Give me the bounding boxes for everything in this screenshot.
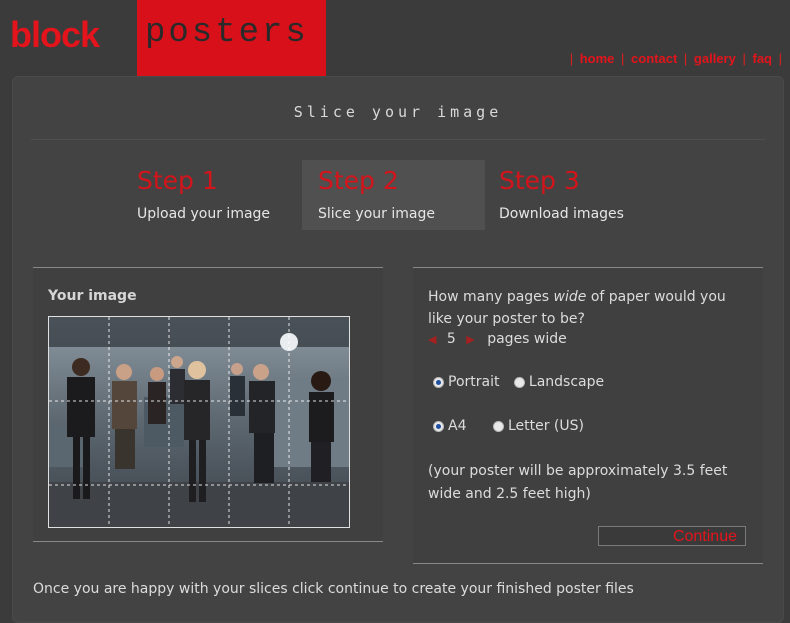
page-title: Slice your image xyxy=(293,103,503,121)
image-preview[interactable] xyxy=(48,316,350,528)
pages-wide-question: How many pages wide of paper would you l… xyxy=(428,289,726,327)
pages-wide-suffix: pages wide xyxy=(487,331,567,347)
continue-button[interactable]: Continue xyxy=(598,526,746,546)
nav-faq-link[interactable]: faq xyxy=(752,51,772,66)
your-image-title: Your image xyxy=(48,288,137,304)
step-2-number: Step 2 xyxy=(318,166,399,195)
step-2: Step 2 Slice your image xyxy=(302,160,485,230)
step-3: Step 3 Download images xyxy=(499,160,664,230)
a4-radio[interactable] xyxy=(433,420,444,432)
a4-option[interactable]: A4 xyxy=(433,418,466,434)
portrait-option[interactable]: Portrait xyxy=(433,374,499,390)
increase-pages-button[interactable]: ▶ xyxy=(466,333,474,346)
your-image-box: Your image xyxy=(33,267,383,542)
nav-gallery-link[interactable]: gallery xyxy=(694,51,736,66)
step-1: Step 1 Upload your image xyxy=(137,160,302,230)
step-3-description: Download images xyxy=(499,206,624,222)
top-nav: | home | contact | gallery | faq | xyxy=(569,51,782,66)
step-2-description: Slice your image xyxy=(318,206,435,222)
portrait-radio[interactable] xyxy=(433,376,444,388)
logo-posters-text: posters xyxy=(145,14,309,52)
step-3-number: Step 3 xyxy=(499,166,580,195)
options-box: How many pages wide of paper would you l… xyxy=(413,267,763,564)
nav-home-link[interactable]: home xyxy=(580,51,615,66)
step-1-description: Upload your image xyxy=(137,206,271,222)
poster-size-estimate: (your poster will be approximately 3.5 f… xyxy=(428,463,728,502)
logo-posters-box: posters xyxy=(137,0,326,79)
image-preview-photo xyxy=(49,317,349,527)
decrease-pages-button[interactable]: ◀ xyxy=(428,333,436,346)
pages-wide-value: 5 xyxy=(446,331,456,347)
landscape-radio[interactable] xyxy=(513,376,525,388)
pages-wide-stepper: ◀ 5 ▶ pages wide xyxy=(428,331,567,347)
main-panel: Slice your image Step 1 Upload your imag… xyxy=(12,76,784,623)
title-divider xyxy=(31,139,765,140)
step-1-number: Step 1 xyxy=(137,166,218,195)
orientation-group: Portrait Landscape xyxy=(433,374,614,390)
nav-contact-link[interactable]: contact xyxy=(631,51,677,66)
footer-instructions: Once you are happy with your slices clic… xyxy=(33,581,634,597)
letter-option[interactable]: Letter (US) xyxy=(492,418,584,434)
paper-size-group: A4 Letter (US) xyxy=(433,418,594,434)
landscape-option[interactable]: Landscape xyxy=(513,374,604,390)
logo-block-text: block xyxy=(10,14,100,55)
letter-radio[interactable] xyxy=(492,420,504,432)
